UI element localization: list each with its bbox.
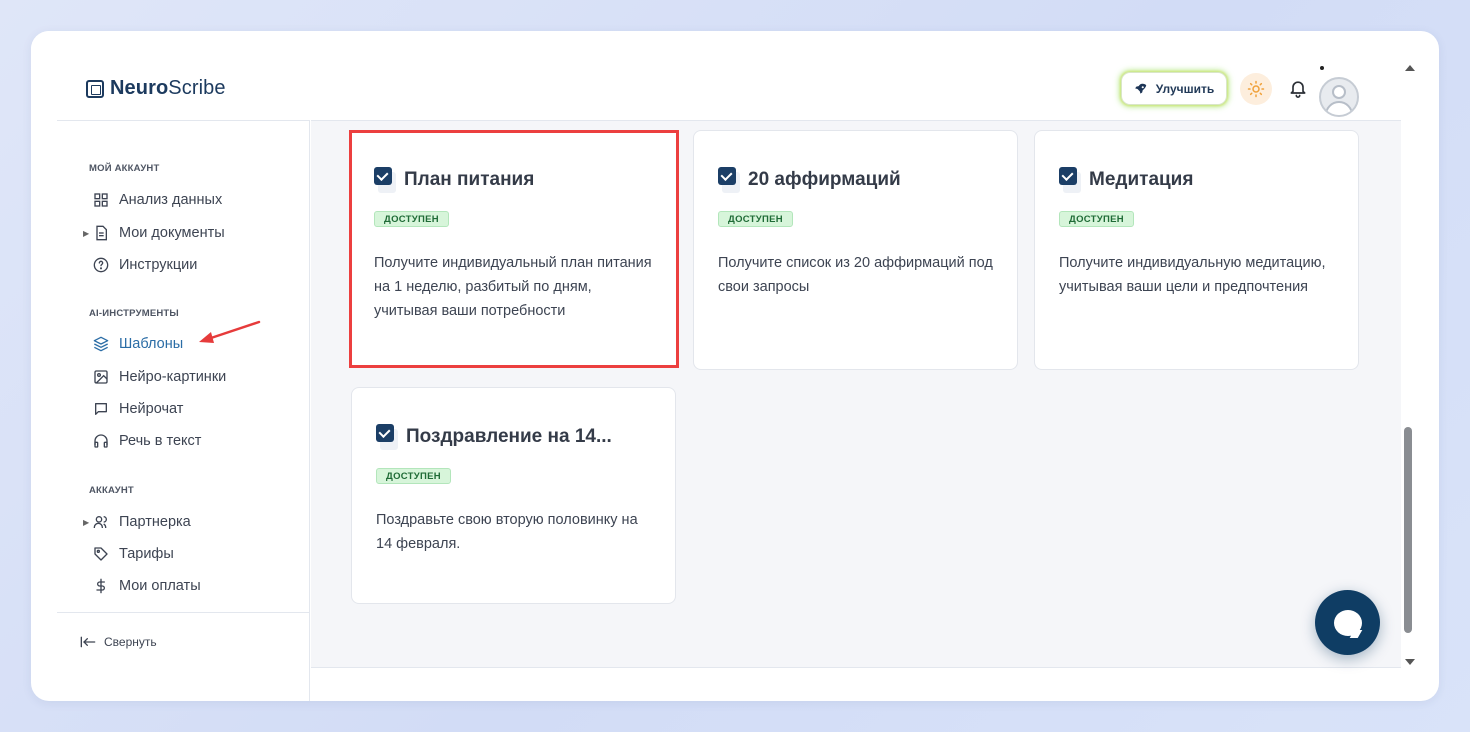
sidebar-item-label: Анализ данных bbox=[119, 192, 223, 208]
dollar-icon bbox=[93, 577, 119, 595]
sidebar-item-label: Нейро-картинки bbox=[119, 369, 227, 385]
sidebar-item-my-payments[interactable]: Мои оплаты bbox=[83, 574, 201, 598]
sidebar-item-neuro-images[interactable]: Нейро-картинки bbox=[83, 365, 226, 389]
card-title: Поздравление на 14... bbox=[406, 426, 612, 447]
status-badge: ДОСТУПЕН bbox=[376, 468, 451, 484]
avatar[interactable] bbox=[1319, 77, 1359, 117]
checkbox-document-icon bbox=[718, 167, 740, 193]
upgrade-button[interactable]: Улучшить bbox=[1121, 72, 1227, 105]
sidebar-item-speech-to-text[interactable]: Речь в текст bbox=[83, 429, 201, 453]
collapse-sidebar-button[interactable]: Свернуть bbox=[80, 635, 157, 649]
sidebar-item-partner[interactable]: ▶ Партнерка bbox=[83, 510, 191, 534]
status-badge: ДОСТУПЕН bbox=[718, 211, 793, 227]
sidebar-item-label: Нейрочат bbox=[119, 401, 184, 417]
theme-toggle-button[interactable] bbox=[1240, 73, 1272, 105]
card-title: План питания bbox=[404, 169, 535, 190]
checkbox-document-icon bbox=[376, 424, 398, 450]
logo-text: NeuroScribe bbox=[110, 77, 226, 99]
sidebar-item-label: Инструкции bbox=[119, 257, 198, 273]
help-circle-icon bbox=[93, 256, 119, 274]
sidebar-footer: Свернуть bbox=[57, 612, 310, 701]
sidebar-item-templates[interactable]: Шаблоны bbox=[83, 332, 183, 356]
chat-icon bbox=[93, 400, 119, 418]
sidebar-item-label: Шаблоны bbox=[119, 336, 184, 352]
collapse-label: Свернуть bbox=[104, 635, 157, 649]
status-badge: ДОСТУПЕН bbox=[1059, 211, 1134, 227]
templates-grid: План питания ДОСТУПЕН Получите индивидуа… bbox=[311, 120, 1401, 668]
sidebar: МОЙ АККАУНТ Анализ данных ▶ Мои документ… bbox=[57, 120, 310, 701]
card-description: Получите индивидуальный план питания на … bbox=[374, 255, 652, 319]
section-title-my-account: МОЙ АККАУНТ bbox=[89, 163, 160, 174]
card-description: Получите список из 20 аффирмаций под сво… bbox=[718, 255, 993, 295]
image-icon bbox=[93, 368, 119, 386]
tag-icon bbox=[93, 545, 119, 563]
card-description: Получите индивидуальную медитацию, учиты… bbox=[1059, 255, 1326, 295]
card-title: 20 аффирмаций bbox=[748, 169, 901, 190]
card-description: Поздравьте свою вторую половинку на 14 ф… bbox=[376, 512, 638, 552]
grid-icon bbox=[93, 191, 119, 209]
scrollbar[interactable] bbox=[1401, 57, 1421, 677]
scroll-down-arrow-icon[interactable] bbox=[1405, 659, 1415, 665]
template-card-meditation[interactable]: Медитация ДОСТУПЕН Получите индивидуальн… bbox=[1034, 130, 1359, 370]
status-badge: ДОСТУПЕН bbox=[374, 211, 449, 227]
rocket-icon bbox=[1134, 83, 1147, 94]
users-icon bbox=[93, 513, 119, 531]
upgrade-label: Улучшить bbox=[1155, 81, 1215, 96]
sidebar-item-label: Тарифы bbox=[119, 546, 174, 562]
sidebar-item-my-documents[interactable]: ▶ Мои документы bbox=[83, 221, 225, 245]
caret-right-icon[interactable]: ▶ bbox=[83, 518, 93, 527]
sidebar-item-label: Мои оплаты bbox=[119, 578, 201, 594]
avatar-head bbox=[1332, 85, 1346, 99]
caret-right-icon[interactable]: ▶ bbox=[83, 229, 93, 238]
sun-icon bbox=[1247, 80, 1265, 98]
chat-bubble-icon bbox=[1333, 609, 1362, 636]
bell-icon bbox=[1290, 81, 1306, 98]
sidebar-item-tariffs[interactable]: Тарифы bbox=[83, 542, 174, 566]
headphones-icon bbox=[93, 432, 119, 450]
sidebar-item-instructions[interactable]: Инструкции bbox=[83, 253, 197, 277]
checkbox-document-icon bbox=[1059, 167, 1081, 193]
avatar-body bbox=[1325, 101, 1353, 115]
sidebar-item-label: Партнерка bbox=[119, 514, 191, 530]
layers-icon bbox=[93, 335, 119, 353]
annotation-arrow-icon bbox=[199, 320, 261, 343]
card-title: Медитация bbox=[1089, 169, 1194, 190]
logo-icon bbox=[86, 79, 104, 98]
collapse-arrow-icon bbox=[80, 636, 96, 648]
header: NeuroScribe Улучшить bbox=[31, 31, 1401, 120]
sidebar-item-data-analysis[interactable]: Анализ данных bbox=[83, 188, 222, 212]
scroll-thumb[interactable] bbox=[1404, 427, 1412, 633]
template-card-valentine[interactable]: Поздравление на 14... ДОСТУПЕН Поздравьт… bbox=[351, 387, 676, 604]
document-icon bbox=[93, 224, 119, 242]
notifications-button[interactable] bbox=[1287, 76, 1309, 100]
template-card-affirmations[interactable]: 20 аффирмаций ДОСТУПЕН Получите список и… bbox=[693, 130, 1018, 370]
support-chat-button[interactable] bbox=[1315, 590, 1380, 655]
app-window: NeuroScribe Улучшить МОЙ АККАУНТ Анализ … bbox=[31, 31, 1439, 701]
checkbox-document-icon bbox=[374, 167, 396, 193]
scroll-up-arrow-icon[interactable] bbox=[1405, 65, 1415, 71]
section-title-account: АККАУНТ bbox=[89, 485, 134, 496]
sidebar-item-neurochat[interactable]: Нейрочат bbox=[83, 397, 183, 421]
notification-dot bbox=[1320, 66, 1324, 70]
template-card-meal-plan[interactable]: План питания ДОСТУПЕН Получите индивидуа… bbox=[349, 130, 679, 368]
section-title-ai-tools: AI-ИНСТРУМЕНТЫ bbox=[89, 308, 179, 319]
sidebar-item-label: Речь в текст bbox=[119, 433, 202, 449]
logo[interactable]: NeuroScribe bbox=[86, 77, 226, 100]
sidebar-item-label: Мои документы bbox=[119, 225, 225, 241]
